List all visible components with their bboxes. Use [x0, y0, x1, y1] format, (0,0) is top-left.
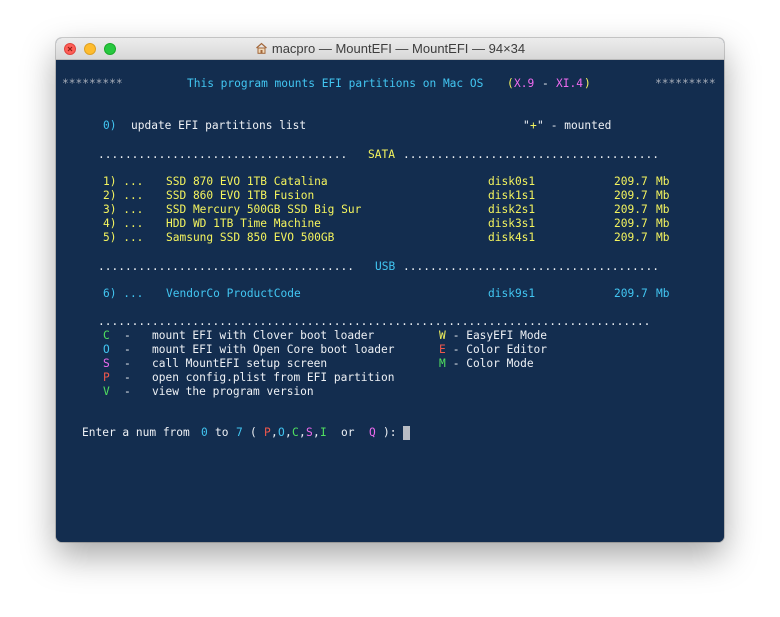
legend-mounted-text: - mounted [544, 119, 612, 132]
header-text: This program mounts EFI partitions on Ma… [187, 77, 484, 90]
sata-dots-left: ..................................... [98, 148, 348, 161]
partition-unit: Mb [656, 217, 670, 230]
prompt-text: Enter a num from [82, 426, 190, 439]
partition-size: 209.7 [614, 231, 648, 244]
home-icon [255, 42, 267, 54]
command-label: - Color Editor [446, 343, 548, 356]
command-sep: - [124, 385, 131, 398]
prompt-close: ): [383, 426, 397, 439]
legend-quote-close: " [537, 119, 544, 132]
partition-disk: disk9s1 [488, 287, 536, 300]
command-sep: - [124, 329, 131, 342]
partition-unit: Mb [656, 189, 670, 202]
partition-name: SSD Mercury 500GB SSD Big Sur [166, 203, 362, 216]
usb-dots-right: ...................................... [403, 260, 659, 273]
prompt-comma: , [271, 426, 278, 439]
partition-disk: disk2s1 [488, 203, 536, 216]
prompt-to-word: to [215, 426, 229, 439]
partition-name: VendorCo ProductCode [166, 287, 301, 300]
partition-num: 1) ... [103, 175, 144, 188]
partition-unit: Mb [656, 231, 670, 244]
prompt-key-q: Q [369, 426, 376, 439]
partition-num: 2) ... [103, 189, 144, 202]
prompt-paren-open: ( [250, 426, 257, 439]
command-label: call MountEFI setup screen [152, 357, 328, 370]
partition-disk: disk3s1 [488, 217, 536, 230]
prompt-comma: , [313, 426, 320, 439]
prompt-key-s: S [306, 426, 313, 439]
legend-plus: + [530, 119, 537, 132]
partition-unit: Mb [656, 203, 670, 216]
command-key: E [439, 343, 446, 356]
partition-num: 6) ... [103, 287, 144, 300]
usb-section-label: USB [375, 260, 396, 273]
partition-num: 4) ... [103, 217, 144, 230]
update-label: update EFI partitions list [131, 119, 307, 132]
command-label: - EasyEFI Mode [446, 329, 548, 342]
command-key: W [439, 329, 446, 342]
header-version-to: XI.4 [556, 77, 583, 90]
prompt-key-i: I [320, 426, 327, 439]
partition-disk: disk4s1 [488, 231, 536, 244]
legend-quote-open: " [523, 119, 530, 132]
prompt-key-p: P [264, 426, 271, 439]
sata-section-label: SATA [368, 148, 395, 161]
header-paren-close: ) [584, 77, 591, 90]
header-stars-left: ********* [62, 77, 123, 90]
sata-dots-right: ...................................... [403, 148, 659, 161]
prompt-from: 0 [201, 426, 208, 439]
header-dash: - [542, 77, 549, 90]
title-bar[interactable]: macpro — MountEFI — MountEFI — 94×34 [56, 38, 724, 60]
window-title-text: macpro — MountEFI — MountEFI — 94×34 [271, 41, 526, 56]
command-label: open config.plist from EFI partition [152, 371, 395, 384]
command-label: mount EFI with Open Core boot loader [152, 343, 395, 356]
partition-size: 209.7 [614, 287, 648, 300]
prompt-to: 7 [236, 426, 243, 439]
prompt-comma: , [299, 426, 306, 439]
partition-num: 3) ... [103, 203, 144, 216]
command-key: O [103, 343, 110, 356]
command-key: V [103, 385, 110, 398]
partition-name: HDD WD 1TB Time Machine [166, 217, 321, 230]
text-cursor[interactable] [403, 426, 410, 440]
header-version-from: X.9 [514, 77, 535, 90]
terminal-window: macpro — MountEFI — MountEFI — 94×34 ***… [56, 38, 724, 542]
terminal-content[interactable]: ********* This program mounts EFI partit… [56, 60, 724, 542]
command-label: view the program version [152, 385, 314, 398]
header-paren-open: ( [507, 77, 514, 90]
partition-size: 209.7 [614, 189, 648, 202]
command-sep: - [124, 357, 131, 370]
command-sep: - [124, 343, 131, 356]
partition-name: Samsung SSD 850 EVO 500GB [166, 231, 335, 244]
partition-size: 209.7 [614, 175, 648, 188]
partition-num: 5) ... [103, 231, 144, 244]
command-key: C [103, 329, 110, 342]
partition-size: 209.7 [614, 217, 648, 230]
command-key: P [103, 371, 110, 384]
partition-name: SSD 870 EVO 1TB Catalina [166, 175, 328, 188]
update-key: 0) [103, 119, 117, 132]
partition-size: 209.7 [614, 203, 648, 216]
prompt-or-word: or [341, 426, 355, 439]
command-label: - Color Mode [446, 357, 534, 370]
partition-disk: disk1s1 [488, 189, 536, 202]
command-key: S [103, 357, 110, 370]
prompt-key-c: C [292, 426, 299, 439]
header-stars-right: ********* [655, 77, 716, 90]
partition-unit: Mb [656, 287, 670, 300]
partition-disk: disk0s1 [488, 175, 536, 188]
usb-dots-left: ...................................... [98, 260, 354, 273]
command-label: mount EFI with Clover boot loader [152, 329, 375, 342]
partition-unit: Mb [656, 175, 670, 188]
commands-divider: ........................................… [98, 315, 651, 328]
command-key: M [439, 357, 446, 370]
command-sep: - [124, 371, 131, 384]
partition-name: SSD 860 EVO 1TB Fusion [166, 189, 315, 202]
prompt-comma: , [285, 426, 292, 439]
window-title: macpro — MountEFI — MountEFI — 94×34 [56, 41, 724, 56]
prompt-key-o: O [278, 426, 285, 439]
